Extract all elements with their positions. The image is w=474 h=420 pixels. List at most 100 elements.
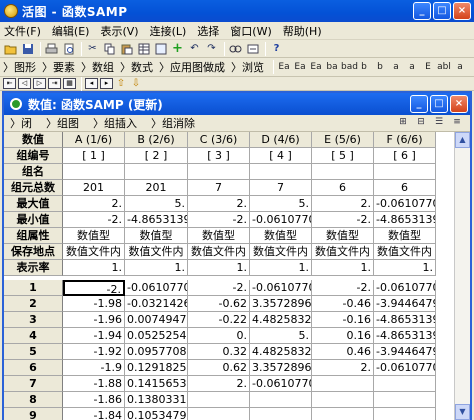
grid-cell[interactable]: 2. [188, 196, 250, 212]
grid-cell[interactable]: -0.62 [188, 296, 250, 312]
grid-cell[interactable] [312, 408, 374, 420]
grid-cell[interactable] [250, 392, 312, 408]
grid-icon[interactable]: ▦ [63, 78, 76, 89]
grid-cell[interactable]: -4.8653139 [125, 212, 188, 228]
row-number[interactable]: 1 [4, 280, 63, 296]
replace-icon[interactable] [245, 42, 260, 56]
add-icon[interactable]: + [170, 41, 185, 56]
scroll-down-icon[interactable]: ▼ [455, 404, 470, 420]
grid-cell[interactable]: -1.96 [63, 312, 125, 328]
up-arrow-icon[interactable]: ⇧ [115, 78, 127, 89]
row-number[interactable]: 9 [4, 408, 63, 420]
format-icon[interactable]: Ea [309, 61, 323, 74]
row-number[interactable]: 4 [4, 328, 63, 344]
grid-cell[interactable]: -4.8653139 [374, 312, 436, 328]
cut-icon[interactable]: ✂ [85, 42, 100, 56]
paste-icon[interactable] [119, 42, 134, 56]
redo-icon[interactable]: ↷ [204, 42, 219, 56]
grid-cell[interactable] [374, 408, 436, 420]
grid-cell[interactable]: -0.46 [312, 296, 374, 312]
grid-cell[interactable]: -3.9446479 [374, 344, 436, 360]
grid-cell[interactable]: 0.14156537 [125, 376, 188, 392]
format-icon[interactable]: bad [341, 61, 358, 74]
grid-cell[interactable]: 0.00749477 [125, 312, 188, 328]
grid-cell[interactable]: 1. [250, 260, 312, 276]
insert-icon[interactable] [153, 42, 168, 56]
grid-cell[interactable]: 0.46 [312, 344, 374, 360]
prev-icon[interactable]: ◁ [18, 78, 31, 89]
row-number[interactable]: 2 [4, 296, 63, 312]
row-number[interactable]: 8 [4, 392, 63, 408]
grid-cell[interactable]: 0.16 [312, 328, 374, 344]
grid-cell[interactable]: 数值文件内 [125, 244, 188, 260]
grid-cell[interactable]: -1.9 [63, 360, 125, 376]
grid-cell[interactable]: [ 5 ] [312, 148, 374, 164]
grid-cell[interactable]: 数值型 [63, 228, 125, 244]
grid-cell[interactable]: 数值型 [188, 228, 250, 244]
grid-cell[interactable]: 3.35728967 [250, 296, 312, 312]
grid-cell[interactable]: 0.62 [188, 360, 250, 376]
grid-cell[interactable]: 数值文件内 [250, 244, 312, 260]
menu-help[interactable]: 帮助(H) [283, 23, 322, 39]
menu-select[interactable]: 选择 [197, 23, 219, 39]
format-icon[interactable]: Ea [293, 61, 307, 74]
format-icon[interactable]: Ea [277, 61, 291, 74]
grid-cell[interactable]: -1.92 [63, 344, 125, 360]
menu-link[interactable]: 连接(L) [150, 23, 187, 39]
grid-cell[interactable]: 2. [188, 376, 250, 392]
grid-cell[interactable]: 1. [374, 260, 436, 276]
grid-cell[interactable]: 数值型 [125, 228, 188, 244]
grid-cell[interactable]: 5. [250, 328, 312, 344]
grid-cell[interactable]: -0.0610770 [250, 280, 312, 296]
grid-cell[interactable]: -4.8653139 [374, 328, 436, 344]
menu-file[interactable]: 文件(F) [4, 23, 41, 39]
menu-edit[interactable]: 编辑(E) [52, 23, 90, 39]
grid-cell[interactable] [188, 392, 250, 408]
toolbar-browse[interactable]: 〉浏览 [231, 59, 264, 75]
grid-cell[interactable]: -1.84 [63, 408, 125, 420]
group-chart-button[interactable]: 〉组图 [46, 115, 79, 131]
help-icon[interactable]: ? [269, 42, 284, 56]
toolbar-array[interactable]: 〉数组 [81, 59, 114, 75]
folder-open-icon[interactable] [3, 42, 18, 56]
data-close-button[interactable]: × [450, 95, 468, 113]
column-header[interactable]: E (5/6) [312, 132, 374, 148]
grid-cell[interactable]: 5. [125, 196, 188, 212]
print-icon[interactable] [44, 42, 59, 56]
delete-column-icon[interactable]: ⊟ [414, 117, 428, 129]
format-icon[interactable]: E [421, 61, 435, 74]
grid-cell[interactable] [374, 376, 436, 392]
copy-icon[interactable] [102, 42, 117, 56]
grid-cell[interactable] [188, 408, 250, 420]
delete-row-icon[interactable]: ≡ [450, 117, 464, 129]
data-minimize-button[interactable]: _ [410, 95, 428, 113]
grid-cell[interactable]: 7 [250, 180, 312, 196]
group-insert-button[interactable]: 〉组插入 [93, 115, 137, 131]
vertical-scrollbar[interactable]: ▲ ▼ [454, 132, 470, 420]
grid-cell[interactable]: 3.35728967 [250, 360, 312, 376]
grid-cell[interactable]: 0.10534798 [125, 408, 188, 420]
save-icon[interactable] [20, 42, 35, 56]
grid-cell[interactable]: 数值型 [312, 228, 374, 244]
grid-cell[interactable] [63, 164, 125, 180]
close-group-button[interactable]: 〉闭 [10, 115, 32, 131]
insert-column-icon[interactable]: ⊞ [396, 117, 410, 129]
grid-cell[interactable]: 0.05252547 [125, 328, 188, 344]
preview-icon[interactable] [61, 42, 76, 56]
format-icon[interactable]: b [357, 61, 371, 74]
row-number[interactable]: 3 [4, 312, 63, 328]
grid-cell[interactable]: -1.88 [63, 376, 125, 392]
grid-cell[interactable]: 数值型 [250, 228, 312, 244]
toolbar-element[interactable]: 〉要素 [42, 59, 75, 75]
grid-cell[interactable]: -2. [188, 280, 250, 296]
row-number[interactable]: 5 [4, 344, 63, 360]
grid-cell[interactable]: 1. [312, 260, 374, 276]
insert-row-icon[interactable]: ☰ [432, 117, 446, 129]
column-header[interactable]: A (1/6) [63, 132, 125, 148]
grid-cell[interactable] [250, 408, 312, 420]
table-icon[interactable] [136, 42, 151, 56]
grid-cell[interactable]: 201 [125, 180, 188, 196]
format-icon[interactable]: a [453, 61, 467, 74]
grid-cell[interactable] [125, 164, 188, 180]
grid-cell[interactable]: 数值型 [374, 228, 436, 244]
